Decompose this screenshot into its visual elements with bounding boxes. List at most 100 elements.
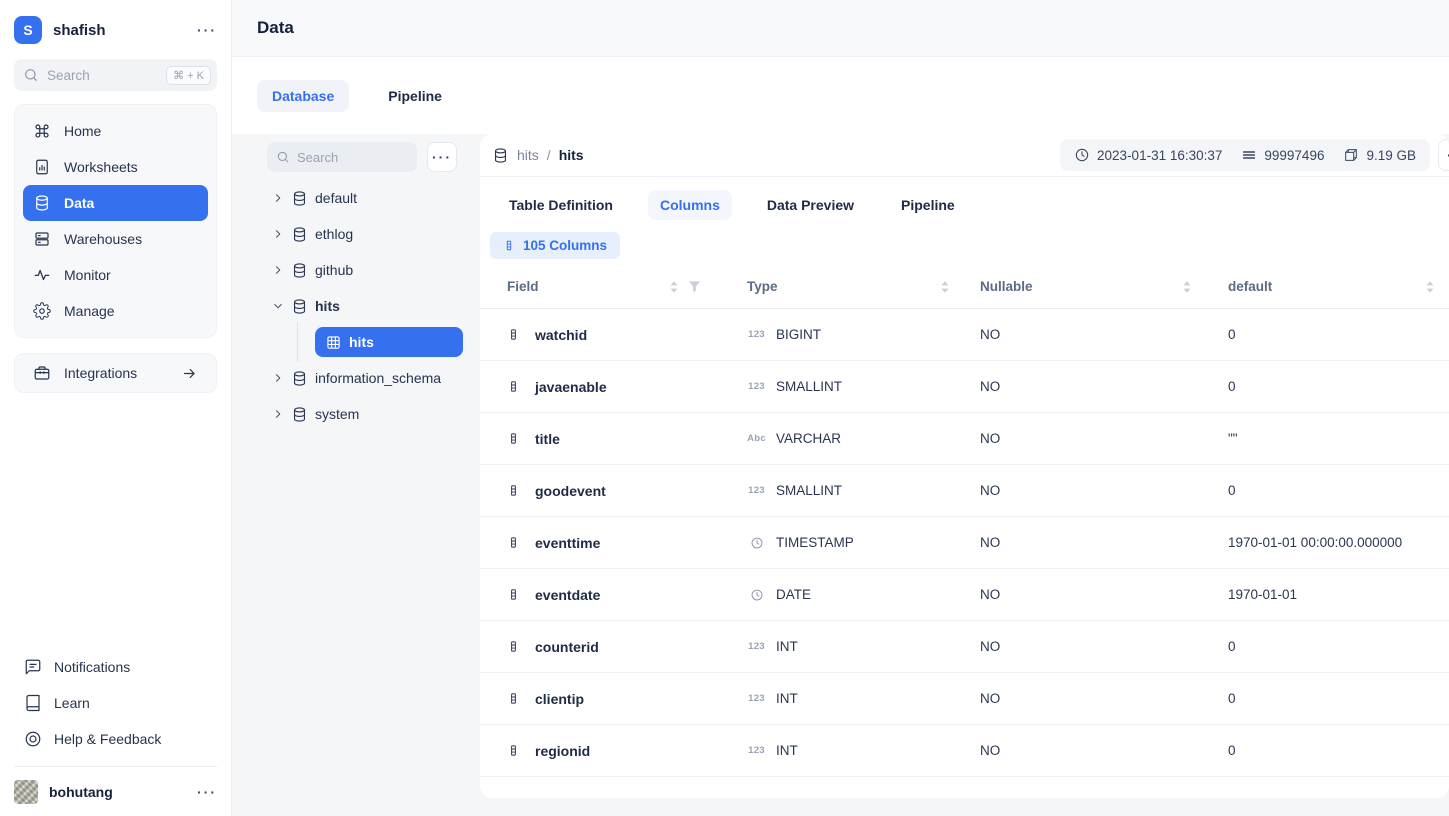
sidebar-item-notifications[interactable]: Notifications <box>14 649 217 685</box>
nullable-value: NO <box>980 431 1228 446</box>
user-menu[interactable]: bohutang <box>14 766 217 804</box>
footer-item-label: Learn <box>54 695 90 711</box>
table-row[interactable]: watchid 123BIGINT NO 0 <box>480 309 1449 361</box>
sidebar-item-manage[interactable]: Manage <box>23 293 208 329</box>
default-value: 0 <box>1228 691 1449 706</box>
table-card-header: hits / hits 2023-01-31 16:30:37 99997496 <box>480 134 1449 177</box>
default-value: 0 <box>1228 743 1449 758</box>
tab-pipeline[interactable]: Pipeline <box>373 80 457 112</box>
default-value: 0 <box>1228 483 1449 498</box>
integrations-label: Integrations <box>64 365 137 381</box>
sort-icon[interactable] <box>940 280 950 294</box>
sidebar-item-home[interactable]: Home <box>23 113 208 149</box>
field-name: goodevent <box>535 483 606 499</box>
type-value: BIGINT <box>776 327 821 342</box>
search-icon <box>23 67 39 83</box>
sidebar-item-learn[interactable]: Learn <box>14 685 217 721</box>
tree-node-default[interactable]: default <box>267 180 480 216</box>
nullable-value: NO <box>980 327 1228 342</box>
meta-updated: 2023-01-31 16:30:37 <box>1074 147 1222 163</box>
type-value: INT <box>776 639 798 654</box>
footer-item-label: Notifications <box>54 659 130 675</box>
table-row[interactable]: goodevent 123SMALLINT NO 0 <box>480 465 1449 517</box>
tree-node-information-schema[interactable]: information_schema <box>267 360 480 396</box>
sidebar-item-warehouses[interactable]: Warehouses <box>23 221 208 257</box>
numeric-type-icon: 123 <box>747 329 766 340</box>
breadcrumb: hits / hits <box>492 147 584 164</box>
global-search[interactable]: ⌘ + K <box>14 59 217 91</box>
table-row[interactable]: eventtime TIMESTAMP NO 1970-01-01 00:00:… <box>480 517 1449 569</box>
tree-node-ethlog[interactable]: ethlog <box>267 216 480 252</box>
tree-node-github[interactable]: github <box>267 252 480 288</box>
page-title: Data <box>257 18 294 38</box>
global-search-input[interactable] <box>47 68 158 83</box>
table-row[interactable]: eventdate DATE NO 1970-01-01 <box>480 569 1449 621</box>
warehouses-icon <box>33 230 51 248</box>
table-meta: 2023-01-31 16:30:37 99997496 9.19 GB <box>1060 139 1430 171</box>
tree-table-hits-selected[interactable]: hits <box>315 327 463 357</box>
workspace-switcher[interactable]: S shafish <box>14 14 217 46</box>
breadcrumb-database[interactable]: hits <box>517 147 539 163</box>
sidebar-spacer <box>14 393 217 649</box>
user-menu-icon[interactable] <box>197 785 217 799</box>
type-value: SMALLINT <box>776 379 842 394</box>
table-row[interactable]: title AbcVARCHAR NO "" <box>480 413 1449 465</box>
filter-icon[interactable] <box>688 280 701 293</box>
table-row[interactable]: javaenable 123SMALLINT NO 0 <box>480 361 1449 413</box>
tree-children-hits: hits <box>267 324 480 360</box>
nullable-value: NO <box>980 535 1228 550</box>
field-name: regionid <box>535 743 590 759</box>
sidebar-item-integrations[interactable]: Integrations <box>14 353 217 393</box>
chevron-down-icon[interactable] <box>272 300 284 312</box>
sidebar-item-monitor[interactable]: Monitor <box>23 257 208 293</box>
footer-item-label: Help & Feedback <box>54 731 161 747</box>
sort-icon[interactable] <box>1425 280 1435 294</box>
tree-more-button[interactable] <box>427 142 457 172</box>
rows-icon <box>1241 147 1257 163</box>
columns-count-badge: 105 Columns <box>490 232 620 259</box>
tab-table-definition[interactable]: Table Definition <box>497 190 625 220</box>
column-icon <box>507 430 520 447</box>
field-name: counterid <box>535 639 599 655</box>
clock-icon <box>1074 147 1090 163</box>
chevron-right-icon[interactable] <box>272 192 284 204</box>
default-value: 1970-01-01 00:00:00.000000 <box>1228 535 1449 550</box>
field-name: eventtime <box>535 535 600 551</box>
table-row[interactable]: regionid 123INT NO 0 <box>480 725 1449 777</box>
tab-pipeline[interactable]: Pipeline <box>889 190 967 220</box>
tree-search[interactable] <box>267 142 417 172</box>
sidebar-item-data[interactable]: Data <box>23 185 208 221</box>
tree-node-label: default <box>315 190 357 206</box>
column-icon <box>507 742 520 759</box>
sort-icon[interactable] <box>669 280 679 294</box>
meta-data-size-value: 9.19 GB <box>1366 148 1416 163</box>
workspace-name: shafish <box>53 22 106 39</box>
tree-node-hits[interactable]: hits <box>267 288 480 324</box>
sort-icon[interactable] <box>1182 280 1192 294</box>
chevron-right-icon[interactable] <box>272 264 284 276</box>
tree-node-system[interactable]: system <box>267 396 480 432</box>
table-more-button[interactable] <box>1438 139 1449 171</box>
sidebar-item-worksheets[interactable]: Worksheets <box>23 149 208 185</box>
table-row[interactable]: clientip 123INT NO 0 <box>480 673 1449 725</box>
tree-node-label: system <box>315 406 359 422</box>
workspace-menu-icon[interactable] <box>197 23 217 37</box>
tab-database[interactable]: Database <box>257 80 349 112</box>
type-value: TIMESTAMP <box>776 535 854 550</box>
chevron-right-icon[interactable] <box>272 228 284 240</box>
sidebar-item-help-feedback[interactable]: Help & Feedback <box>14 721 217 757</box>
nullable-value: NO <box>980 587 1228 602</box>
nullable-value: NO <box>980 639 1228 654</box>
tab-data-preview[interactable]: Data Preview <box>755 190 866 220</box>
tree-search-input[interactable] <box>297 150 408 165</box>
search-icon <box>276 150 290 164</box>
chevron-right-icon[interactable] <box>272 408 284 420</box>
tab-columns[interactable]: Columns <box>648 190 732 220</box>
monitor-icon <box>33 266 51 284</box>
tree-table-label: hits <box>349 334 374 350</box>
notifications-icon <box>24 658 42 676</box>
chevron-right-icon[interactable] <box>272 372 284 384</box>
table-row[interactable]: counterid 123INT NO 0 <box>480 621 1449 673</box>
numeric-type-icon: 123 <box>747 745 766 756</box>
type-value: INT <box>776 691 798 706</box>
